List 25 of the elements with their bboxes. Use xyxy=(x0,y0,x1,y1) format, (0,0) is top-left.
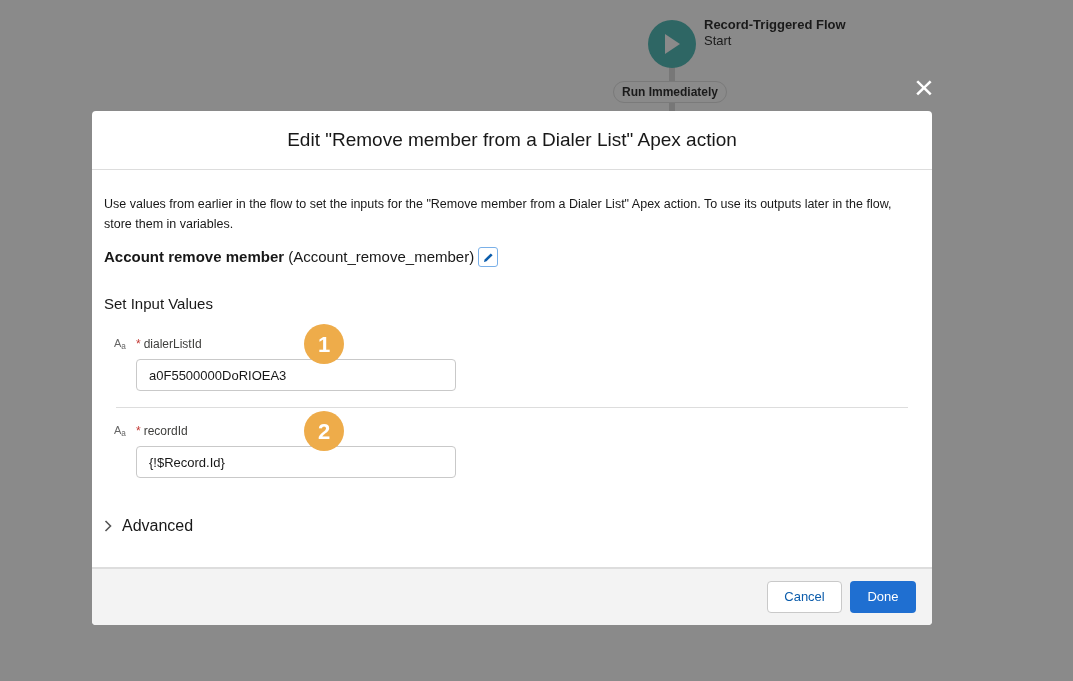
input-field[interactable]: a0F5500000DoRIOEA3 xyxy=(136,359,456,391)
modal-title: Edit "Remove member from a Dialer List" Apex action xyxy=(287,127,737,152)
required-mark: * xyxy=(136,423,141,440)
field-label: dialerListId xyxy=(143,336,202,353)
required-mark: * xyxy=(136,336,141,353)
cancel-button[interactable]: Cancel xyxy=(767,581,842,613)
advanced-toggle[interactable]: Advanced xyxy=(104,514,920,538)
done-button[interactable]: Done xyxy=(850,581,916,613)
text-type-icon: A$_{a}$ xyxy=(114,422,136,439)
start-node[interactable] xyxy=(648,20,696,68)
field-label: recordId xyxy=(143,423,188,440)
path-label: Run Immediately xyxy=(613,81,728,103)
node-subtitle: Start xyxy=(704,33,733,49)
edit-button[interactable] xyxy=(478,247,499,268)
play-icon xyxy=(663,33,681,55)
node-title: Record-Triggered Flow xyxy=(704,17,846,33)
step-badge: 2 xyxy=(304,411,344,451)
action-name: Account remove member (Account_remove_member) xyxy=(104,247,475,267)
pencil-icon xyxy=(482,251,494,263)
text-type-icon: A$_{a}$ xyxy=(114,335,136,352)
chevron-icon xyxy=(104,520,112,532)
step-badge: 1 xyxy=(304,324,344,364)
input-field[interactable]: {!$Record.Id} xyxy=(136,446,456,478)
section-title: Set Input Values xyxy=(104,293,214,314)
description-text: Use values from earlier in the flow to set the inputs for the "Remove member from a Dialer List" Apex action. To use its outputs later in the flow, store them in variables. xyxy=(104,196,893,233)
